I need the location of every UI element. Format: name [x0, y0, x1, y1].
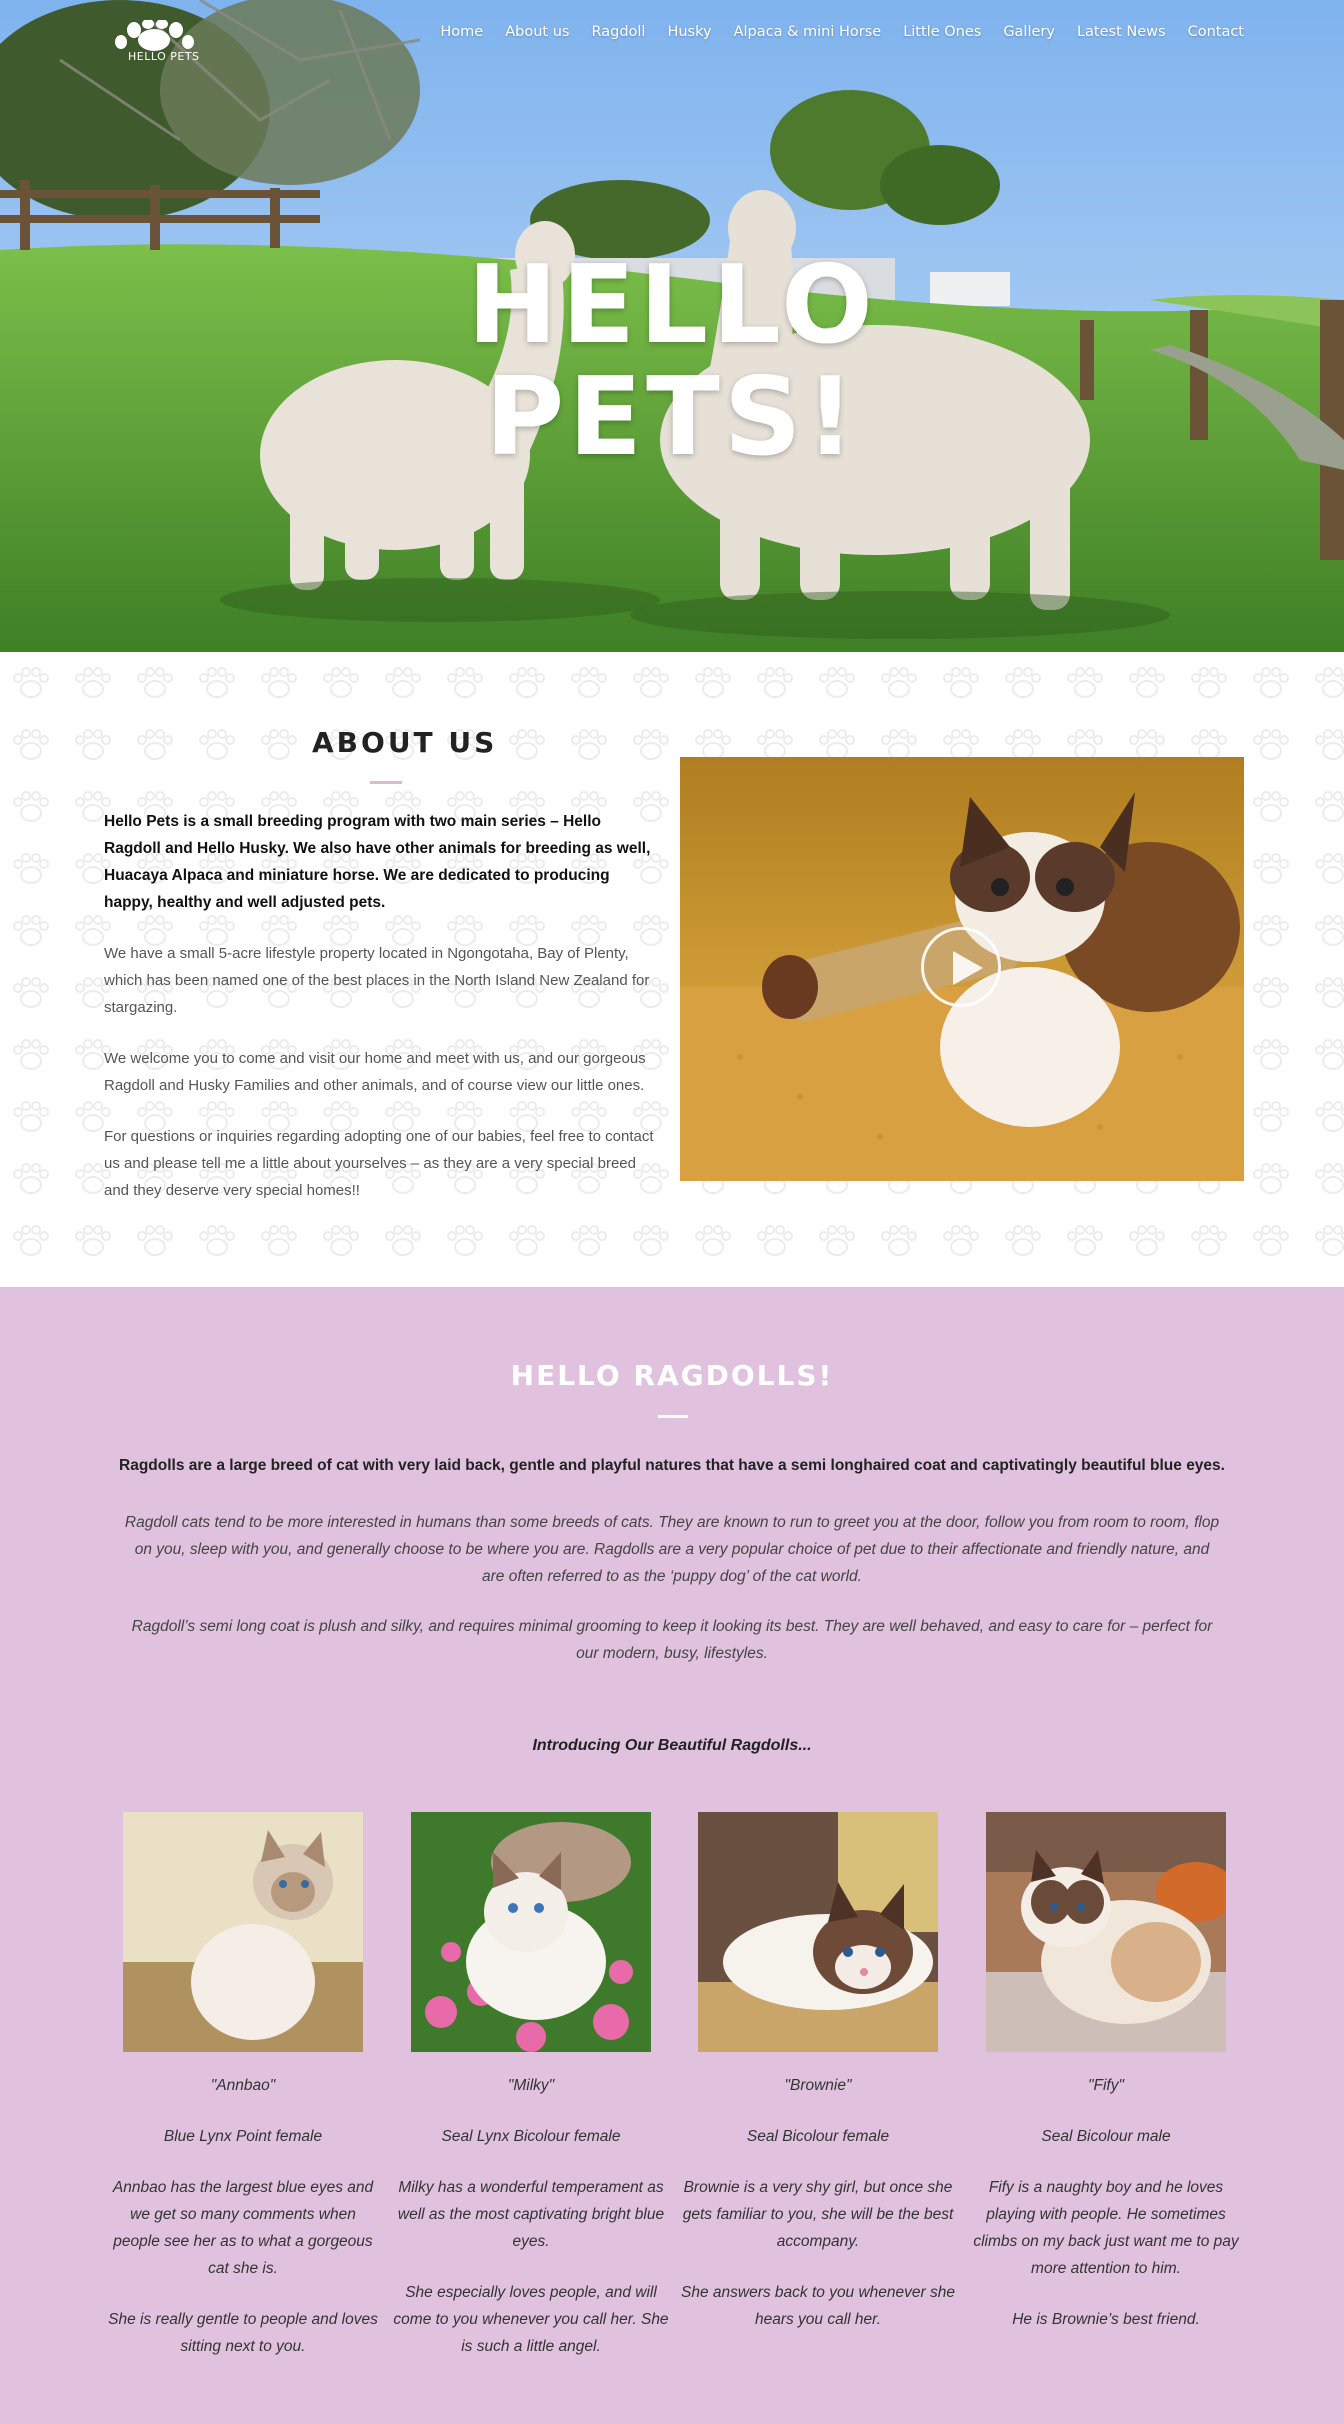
ragdolls-title-divider [658, 1415, 688, 1418]
ragdolls-title: HELLO RAGDOLLS! [510, 1359, 834, 1392]
cat-breed: Seal Lynx Bicolour female [441, 2128, 621, 2145]
cat-photo-milky[interactable] [411, 1812, 651, 2052]
ragdolls-intro: Introducing Our Beautiful Ragdolls... [532, 1737, 812, 1754]
cat-photo-fify[interactable] [986, 1812, 1226, 2052]
logo-text: HELLO PETS [128, 50, 200, 63]
cat-description-more: She especially loves people, and will co… [393, 2284, 669, 2355]
cat-photo-annbao[interactable] [123, 1812, 363, 2052]
cat-name: "Milky" [507, 2077, 555, 2094]
about-text: Hello Pets is a small breeding program w… [104, 808, 654, 1228]
ragdolls-paragraph-1: Ragdoll cats tend to be more interested … [124, 1514, 1220, 1585]
nav-contact[interactable]: Contact [1188, 24, 1244, 40]
cat-description: Brownie is a very shy girl, but once she… [682, 2179, 954, 2250]
nav-little-ones[interactable]: Little Ones [903, 24, 981, 40]
about-paragraph-2: We welcome you to come and visit our hom… [104, 1050, 646, 1094]
cat-name: "Fify" [1088, 2077, 1124, 2094]
hero-banner: HELLO PETS Home About us Ragdoll Husky A… [0, 0, 1344, 652]
nav-ragdoll[interactable]: Ragdoll [591, 24, 645, 40]
cat-description: Fify is a naughty boy and he loves playi… [973, 2179, 1239, 2277]
cat-name: "Annbao" [210, 2077, 276, 2094]
cat-description-more: She is really gentle to people and loves… [108, 2311, 378, 2355]
hero-title-line2: PETS! [485, 355, 859, 480]
cat-name: "Brownie" [784, 2077, 852, 2094]
cat-card-milky: "Milky" Seal Lynx Bicolour female Milky … [393, 1812, 669, 2360]
cat-card-annbao: "Annbao" Blue Lynx Point female Annbao h… [105, 1812, 381, 2360]
nav-home[interactable]: Home [440, 24, 483, 40]
cat-photo-brownie[interactable] [698, 1812, 938, 2052]
ragdolls-section: HELLO RAGDOLLS! Ragdolls are a large bre… [0, 1287, 1344, 2424]
nav-gallery[interactable]: Gallery [1003, 24, 1055, 40]
nav-links: Home About us Ragdoll Husky Alpaca & min… [418, 24, 1244, 40]
hero-title-line1: HELLO [467, 243, 877, 368]
site-logo[interactable]: HELLO PETS [104, 19, 204, 68]
cat-description-more: She answers back to you whenever she hea… [681, 2284, 955, 2328]
main-navigation: HELLO PETS Home About us Ragdoll Husky A… [0, 19, 1344, 70]
cat-description-more: He is Brownie’s best friend. [1012, 2311, 1200, 2328]
nav-about-us[interactable]: About us [505, 24, 569, 40]
kitten-video[interactable] [680, 757, 1244, 1181]
hero-title: HELLO PETS! [0, 250, 1344, 474]
nav-husky[interactable]: Husky [667, 24, 711, 40]
cat-description: Milky has a wonderful temperament as wel… [397, 2179, 665, 2250]
about-title-divider [370, 781, 402, 784]
ragdolls-paragraph-2: Ragdoll’s semi long coat is plush and si… [131, 1618, 1213, 1662]
cat-card-brownie: "Brownie" Seal Bicolour female Brownie i… [680, 1812, 956, 2333]
cat-description: Annbao has the largest blue eyes and we … [112, 2179, 374, 2277]
about-lead: Hello Pets is a small breeding program w… [104, 813, 651, 911]
cat-breed: Seal Bicolour female [746, 2128, 890, 2145]
ragdolls-lead: Ragdolls are a large breed of cat with v… [119, 1457, 1225, 1474]
play-button-icon[interactable] [921, 927, 1001, 1007]
nav-latest-news[interactable]: Latest News [1077, 24, 1166, 40]
cat-breed: Blue Lynx Point female [163, 2128, 323, 2145]
about-paragraph-3: For questions or inquiries regarding ado… [104, 1128, 654, 1199]
nav-alpaca-mini-horse[interactable]: Alpaca & mini Horse [734, 24, 882, 40]
cat-card-fify: "Fify" Seal Bicolour male Fify is a naug… [968, 1812, 1244, 2333]
paw-logo-icon [115, 19, 194, 51]
about-paragraph-1: We have a small 5-acre lifestyle propert… [104, 945, 650, 1016]
cat-breed: Seal Bicolour male [1041, 2128, 1171, 2145]
about-section: ABOUT US Hello Pets is a small breeding … [0, 652, 1344, 1287]
about-title: ABOUT US [312, 726, 498, 759]
